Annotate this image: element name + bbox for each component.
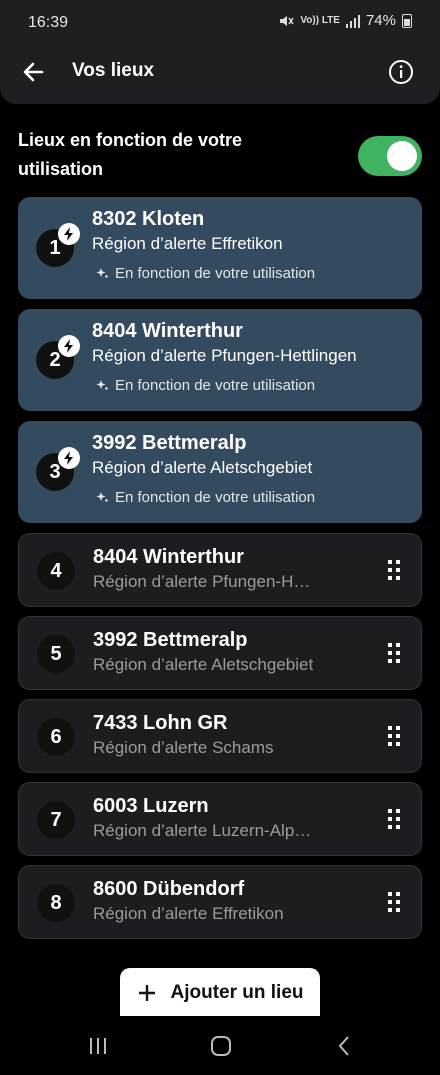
location-region: Région d’alerte Effretikon — [93, 904, 284, 923]
system-nav-bar — [0, 1016, 440, 1075]
drag-handle-icon[interactable] — [387, 642, 401, 664]
bolt-icon — [58, 335, 80, 357]
status-time: 16:39 — [28, 14, 69, 31]
add-location-label: Ajouter un lieu — [170, 982, 304, 1003]
location-region: Région d’alerte Pfungen-Hettlingen — [92, 346, 357, 365]
home-icon[interactable] — [209, 1034, 233, 1058]
bolt-icon — [58, 223, 80, 245]
toggle-knob — [387, 141, 417, 171]
saved-location-card[interactable]: 8 8600 Dübendorf Région d’alerte Effreti… — [18, 865, 422, 939]
location-name: 3992 Bettmeralp — [93, 629, 248, 651]
location-name: 8404 Winterthur — [93, 546, 244, 568]
volte-label: Vo)) LTE — [300, 15, 340, 26]
location-region: Région d’alerte Schams — [93, 738, 274, 757]
auto-location-card[interactable]: 3 3992 Bettmeralp Région d’alerte Aletsc… — [18, 421, 422, 523]
info-icon[interactable] — [388, 59, 414, 85]
auto-location-card[interactable]: 2 8404 Winterthur Région d’alerte Pfunge… — [18, 309, 422, 411]
saved-location-card[interactable]: 7 6003 Luzern Région d’alerte Luzern-Alp… — [18, 782, 422, 856]
location-index: 6 — [37, 718, 75, 756]
status-icons: Vo)) LTE 74% — [278, 12, 412, 29]
location-region: Région d’alerte Aletschgebiet — [92, 458, 313, 477]
plus-icon — [138, 985, 155, 1001]
location-name: 7433 Lohn GR — [93, 712, 228, 734]
arrow-left-icon[interactable] — [20, 58, 48, 86]
location-index: 8 — [37, 884, 75, 922]
auto-location-card[interactable]: 1 8302 Kloten Région d’alerte Effretikon… — [18, 197, 422, 299]
bolt-icon — [58, 447, 80, 469]
usage-locations-setting: Lieux en fonction de votre utilisation — [18, 126, 422, 188]
top-bar: 16:39 Vo)) LTE 74% Vos lieux — [0, 0, 440, 104]
usage-label: En fonction de votre utilisation — [115, 377, 316, 394]
back-nav-icon[interactable] — [333, 1034, 357, 1058]
location-index: 7 — [37, 801, 75, 839]
saved-location-card[interactable]: 6 7433 Lohn GR Région d’alerte Schams — [18, 699, 422, 773]
location-index: 5 — [37, 635, 75, 673]
usage-label: En fonction de votre utilisation — [115, 265, 316, 282]
usage-locations-toggle[interactable] — [358, 136, 422, 176]
usage-hint: En fonction de votre utilisation — [96, 489, 315, 506]
location-index: 4 — [37, 552, 75, 590]
sparkle-icon — [96, 268, 109, 279]
add-location-button[interactable]: Ajouter un lieu — [120, 968, 320, 1018]
location-name: 6003 Luzern — [93, 795, 209, 817]
drag-handle-icon[interactable] — [387, 808, 401, 830]
mute-icon — [280, 15, 294, 26]
sparkle-icon — [96, 492, 109, 503]
page-title: Vos lieux — [72, 60, 155, 81]
status-bar: 16:39 Vo)) LTE 74% — [0, 0, 440, 44]
saved-location-card[interactable]: 5 3992 Bettmeralp Région d’alerte Aletsc… — [18, 616, 422, 690]
location-name: 3992 Bettmeralp — [92, 432, 247, 454]
signal-icon — [345, 14, 360, 28]
location-name: 8302 Kloten — [92, 208, 205, 230]
battery-percent: 74% — [365, 12, 396, 29]
battery-icon — [402, 13, 412, 28]
location-region: Région d’alerte Luzern-Alp… — [93, 821, 312, 840]
drag-handle-icon[interactable] — [387, 891, 401, 913]
usage-label: En fonction de votre utilisation — [115, 489, 316, 506]
usage-hint: En fonction de votre utilisation — [96, 265, 315, 282]
setting-label: Lieux en fonction de votre utilisation — [18, 130, 243, 179]
saved-location-card[interactable]: 4 8404 Winterthur Région d’alerte Pfunge… — [18, 533, 422, 607]
usage-hint: En fonction de votre utilisation — [96, 377, 315, 394]
drag-handle-icon[interactable] — [387, 725, 401, 747]
app-bar: Vos lieux — [0, 48, 440, 96]
location-region: Région d’alerte Pfungen-H… — [93, 572, 311, 591]
drag-handle-icon[interactable] — [387, 559, 401, 581]
location-name: 8404 Winterthur — [92, 320, 243, 342]
location-region: Région d’alerte Effretikon — [92, 234, 283, 253]
location-name: 8600 Dübendorf — [93, 878, 245, 900]
recent-apps-icon[interactable] — [86, 1034, 110, 1058]
location-region: Région d’alerte Aletschgebiet — [93, 655, 314, 674]
sparkle-icon — [96, 380, 109, 391]
